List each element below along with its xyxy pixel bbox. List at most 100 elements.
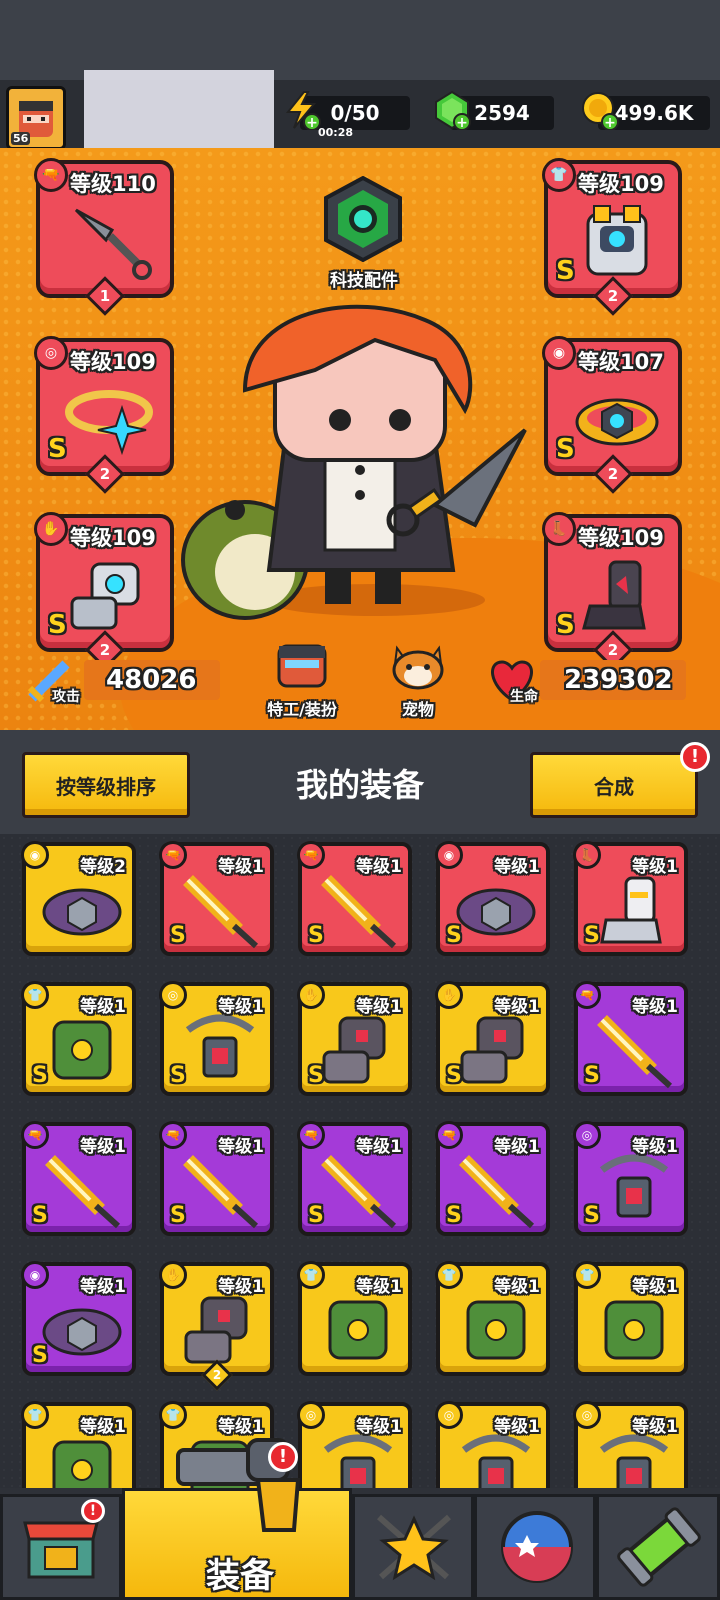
inventory-title: 我的装备 [295, 766, 424, 804]
armor-category-icon: 👕 [297, 1261, 325, 1289]
grade-s: S [308, 923, 324, 948]
boots-category-icon: 👢 [573, 841, 601, 869]
equipped-armor-slot[interactable]: 👕 等级109 S 2 [542, 158, 682, 316]
hp-value: 239302 [564, 665, 673, 695]
gloves-category-icon: ✋ [159, 1261, 187, 1289]
armor-item-icon [466, 1300, 526, 1360]
item-level: 等级1 [494, 997, 540, 1017]
necklace-category-icon: ◎ [159, 981, 187, 1009]
inventory-item[interactable]: ◉ 等级1 S [435, 841, 550, 956]
gloves-item-icon [322, 1016, 386, 1084]
inventory-item[interactable]: 👢 等级1 S [573, 841, 688, 956]
grade-s: S [32, 1203, 48, 1228]
boots-category-icon: 👢 [542, 512, 576, 546]
weapon-item-icon [183, 1155, 259, 1229]
item-level: 等级1 [356, 997, 402, 1017]
grade-s: S [556, 256, 575, 286]
inventory-item[interactable]: 🔫 等级1 S [297, 841, 412, 956]
nav-skills-button[interactable] [474, 1494, 596, 1600]
grade-s: S [446, 1203, 462, 1228]
item-level: 等级1 [218, 1277, 264, 1297]
grade-s: S [308, 1063, 324, 1088]
agent-outfit-button[interactable]: 特工/装扮 [252, 640, 352, 720]
merge-button[interactable]: 合成 [530, 752, 698, 818]
equipped-necklace-slot[interactable]: ◎ 等级109 S 2 [34, 336, 174, 494]
inventory-item[interactable]: 🔫 等级1 S [573, 981, 688, 1096]
item-level: 等级1 [632, 1417, 678, 1437]
tech-parts-label: 科技配件 [330, 271, 398, 291]
gem-counter[interactable]: + 2594 [435, 90, 554, 130]
grade-s: S [170, 1203, 186, 1228]
grade-s: S [446, 923, 462, 948]
equipped-gloves-slot[interactable]: ✋ 等级109 S 2 [34, 512, 174, 670]
item-level: 等级1 [356, 1277, 402, 1297]
equipped-weapon-slot[interactable]: 🔫 等级110 1 [34, 158, 174, 316]
coin-counter[interactable]: + 499.6K [582, 92, 710, 130]
inventory-item[interactable]: 👕 等级1 [573, 1261, 688, 1376]
gun-icon [176, 1438, 301, 1532]
inventory-item[interactable]: 🔫 等级1 S [435, 1121, 550, 1236]
agent-character-illustration [181, 304, 527, 620]
gloves-category-icon: ✋ [435, 981, 463, 1009]
weapon-item-icon [321, 875, 397, 949]
inventory-item[interactable]: ✋ 等级1 2 [159, 1261, 274, 1391]
nav-lab-button[interactable] [596, 1494, 720, 1600]
necklace-item-icon [461, 1434, 531, 1488]
inventory-item[interactable]: 👕 等级1 S [21, 981, 136, 1096]
inventory-item[interactable]: 🔫 等级1 S [297, 1121, 412, 1236]
inventory-item[interactable]: 🔫 等级1 S [21, 1121, 136, 1236]
inventory-item[interactable]: ◎ 等级1 S [573, 1121, 688, 1236]
pet-label: 宠物 [401, 700, 434, 719]
item-level: 等级1 [356, 857, 402, 877]
necklace-category-icon: ◎ [435, 1401, 463, 1429]
inventory-item[interactable]: ✋ 等级1 S [297, 981, 412, 1096]
sort-by-level-label: 按等级排序 [56, 774, 156, 799]
grade-s: S [584, 1063, 600, 1088]
weapon-category-icon: 🔫 [297, 1121, 325, 1149]
inventory-item[interactable]: ✋ 等级1 S [435, 981, 550, 1096]
player-avatar[interactable]: 56 [6, 86, 66, 150]
equipped-boots-slot[interactable]: 👢 等级109 S 2 [542, 512, 682, 670]
inventory-item[interactable]: 👕 等级1 [435, 1261, 550, 1376]
nav-upgrades-button[interactable] [352, 1494, 474, 1600]
item-level: 等级1 [494, 1417, 540, 1437]
inventory-item[interactable]: 🔫 等级1 S [159, 1121, 274, 1236]
belt-category-icon: ◉ [542, 336, 576, 370]
merge-label: 合成 [594, 774, 634, 799]
status-bar-area [0, 0, 720, 80]
grade-s: S [32, 1343, 48, 1368]
inventory-item[interactable]: ◉ 等级1 S [21, 1261, 136, 1376]
tech-parts-icon[interactable] [320, 176, 406, 262]
weapon-item-icon [597, 1015, 673, 1089]
inventory-item[interactable]: ◎ 等级1 S [159, 981, 274, 1096]
item-level: 等级1 [218, 997, 264, 1017]
coin-plus-icon: + [582, 92, 619, 130]
inventory-item[interactable]: 🔫 等级1 S [159, 841, 274, 956]
sort-by-level-button[interactable]: 按等级排序 [22, 752, 190, 818]
equipped-level: 等级107 [578, 350, 664, 374]
attack-value: 48026 [106, 665, 197, 695]
inventory-item[interactable]: 👕 等级1 [297, 1261, 412, 1376]
shop-alert-badge: ! [81, 1499, 105, 1523]
armor-category-icon: 👕 [542, 158, 576, 192]
inventory-item[interactable]: ◎ 等级1 [435, 1401, 550, 1488]
nav-shop-button[interactable]: ! [0, 1494, 122, 1600]
item-level: 等级1 [494, 1137, 540, 1157]
gem-plus-icon: + [435, 90, 471, 130]
energy-plus-icon: + [285, 91, 321, 130]
equipped-belt-slot[interactable]: ◉ 等级107 S 2 [542, 336, 682, 494]
pet-button[interactable]: 宠物 [368, 640, 468, 720]
spiked-boot-icon [582, 560, 646, 630]
necklace-item-icon [599, 1154, 669, 1218]
energy-value: 0/50 [330, 101, 380, 125]
kunai-icon [74, 208, 152, 280]
inventory-item[interactable]: 👕 等级1 [21, 1401, 136, 1488]
armor-category-icon: 👕 [21, 981, 49, 1009]
energy-counter[interactable]: + 0/50 [285, 91, 410, 130]
energy-timer: 00:28 [318, 126, 354, 139]
inventory-item[interactable]: ◎ 等级1 [573, 1401, 688, 1488]
armor-item-icon [52, 1440, 112, 1488]
inventory-item[interactable]: ◉ 等级2 [21, 841, 136, 956]
necklace-category-icon: ◎ [573, 1401, 601, 1429]
armor-item-icon [328, 1300, 388, 1360]
